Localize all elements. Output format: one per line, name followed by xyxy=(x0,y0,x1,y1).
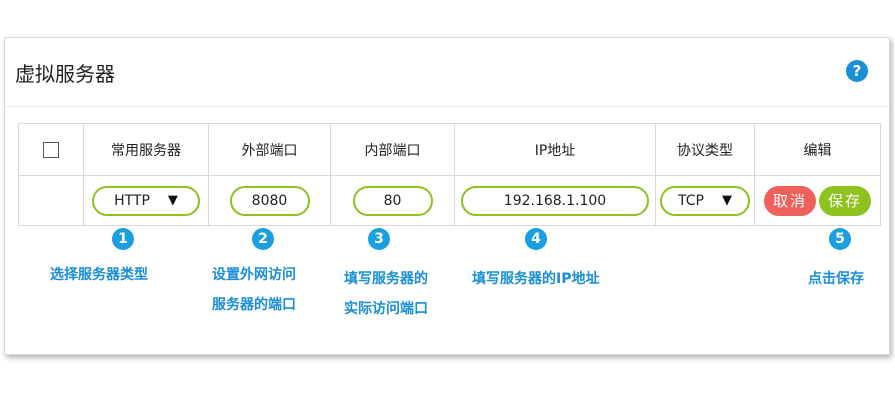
service-cell: HTTP ▼ xyxy=(83,175,209,226)
chevron-down-icon: ▼ xyxy=(167,193,178,208)
callout-3-line-2: 实际访问端口 xyxy=(344,301,428,317)
table-row: HTTP ▼ 8080 80 192.168.1.100 TCP ▼ 取消 保存 xyxy=(18,175,881,226)
callout-number-2: 2 xyxy=(252,228,274,250)
callout-number-1: 1 xyxy=(112,228,134,250)
header-protocol: 协议类型 xyxy=(655,123,755,176)
callout-2-line-2: 服务器的端口 xyxy=(212,297,296,313)
internal-port-cell: 80 xyxy=(330,175,455,226)
virtual-server-table: 常用服务器 外部端口 内部端口 IP地址 协议类型 编辑 HTTP ▼ 8080 xyxy=(18,123,881,226)
table-header-row: 常用服务器 外部端口 内部端口 IP地址 协议类型 编辑 xyxy=(18,123,881,176)
header-internal-port: 内部端口 xyxy=(330,123,455,176)
protocol-select-value: TCP xyxy=(678,192,704,209)
title-divider xyxy=(5,106,889,107)
edit-cell: 取消 保存 xyxy=(754,175,881,226)
callout-text-1: 选择服务器类型 xyxy=(50,260,148,290)
service-select-value: HTTP xyxy=(114,192,150,209)
callout-number-3: 3 xyxy=(368,228,390,250)
header-external-port: 外部端口 xyxy=(208,123,331,176)
callout-text-2: 设置外网访问 服务器的端口 xyxy=(212,260,296,320)
header-edit: 编辑 xyxy=(754,123,881,176)
callout-1-line-1: 选择服务器类型 xyxy=(50,267,148,283)
save-button[interactable]: 保存 xyxy=(819,185,871,216)
internal-port-input[interactable]: 80 xyxy=(352,185,433,216)
select-all-checkbox[interactable] xyxy=(43,141,59,158)
callout-5-line-1: 点击保存 xyxy=(808,271,864,287)
ip-address-cell: 192.168.1.100 xyxy=(454,175,656,226)
service-select[interactable]: HTTP ▼ xyxy=(92,185,200,216)
question-icon[interactable]: ? xyxy=(846,60,868,82)
callout-number-4: 4 xyxy=(525,228,547,250)
header-ip-address: IP地址 xyxy=(454,123,656,176)
callout-4-line-1: 填写服务器的IP地址 xyxy=(472,271,600,287)
chevron-down-icon: ▼ xyxy=(721,193,732,208)
callout-text-3: 填写服务器的 实际访问端口 xyxy=(344,264,428,324)
external-port-cell: 8080 xyxy=(208,175,331,226)
external-port-input[interactable]: 8080 xyxy=(229,185,310,216)
callout-2-line-1: 设置外网访问 xyxy=(212,267,296,283)
cancel-button[interactable]: 取消 xyxy=(764,185,816,216)
header-common-server: 常用服务器 xyxy=(83,123,209,176)
page-title: 虚拟服务器 xyxy=(15,62,115,86)
protocol-select[interactable]: TCP ▼ xyxy=(660,185,750,216)
ip-address-input[interactable]: 192.168.1.100 xyxy=(461,185,649,216)
callout-text-5: 点击保存 xyxy=(808,264,864,294)
protocol-cell: TCP ▼ xyxy=(655,175,755,226)
row-select-cell xyxy=(18,175,84,226)
header-select-all xyxy=(18,123,84,176)
callout-number-5: 5 xyxy=(829,228,851,250)
callout-3-line-1: 填写服务器的 xyxy=(344,271,428,287)
callout-text-4: 填写服务器的IP地址 xyxy=(472,264,599,294)
virtual-server-panel: 虚拟服务器 ? 常用服务器 外部端口 内部端口 IP地址 协议类型 编辑 HTT… xyxy=(4,37,890,355)
